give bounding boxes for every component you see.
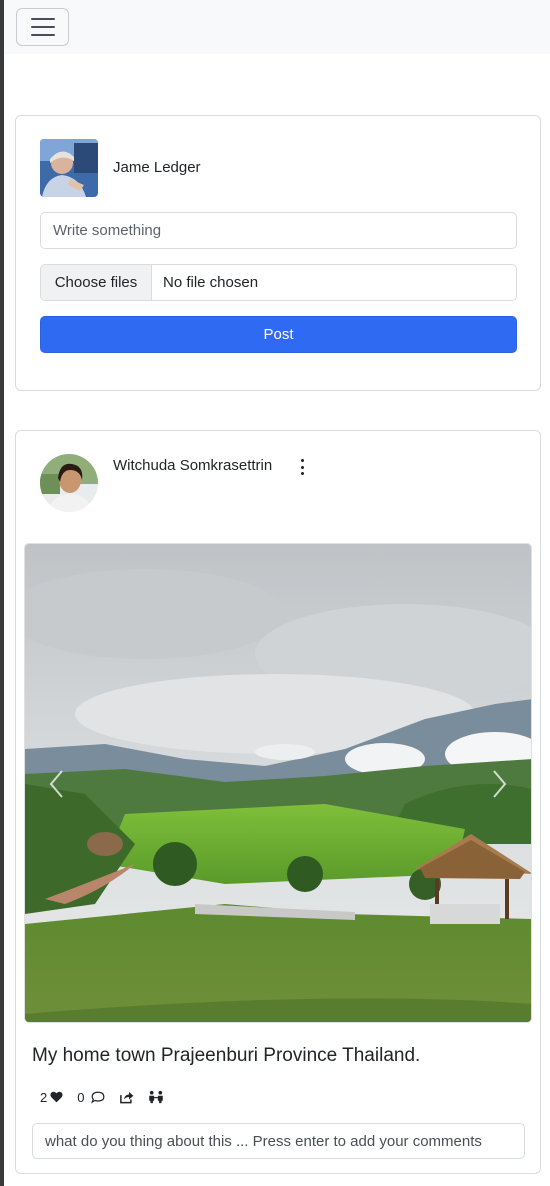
people-button[interactable] <box>148 1090 164 1104</box>
hamburger-menu-icon <box>30 18 55 20</box>
comments-count: 0 <box>77 1089 85 1105</box>
author-name[interactable]: Witchuda Somkrasettrin <box>113 457 272 474</box>
post-text-input[interactable] <box>40 212 517 249</box>
composer-avatar[interactable] <box>40 139 98 197</box>
choose-files-button[interactable]: Choose files <box>41 265 152 300</box>
post-caption: My home town Prajeenburi Province Thaila… <box>32 1045 421 1066</box>
comment-icon <box>91 1091 105 1104</box>
post-actions: 2 0 <box>40 1087 178 1107</box>
post-image-carousel[interactable] <box>24 543 532 1023</box>
heart-icon <box>50 1091 63 1103</box>
top-navbar <box>4 0 550 54</box>
file-upload-input[interactable]: Choose files No file chosen <box>40 264 517 301</box>
vertical-ellipsis-icon[interactable] <box>298 459 306 475</box>
author-avatar[interactable] <box>40 454 98 512</box>
post-button[interactable]: Post <box>40 316 517 353</box>
likes-count: 2 <box>40 1089 48 1105</box>
share-icon <box>120 1092 134 1104</box>
composer-user-name[interactable]: Jame Ledger <box>113 159 201 176</box>
share-button[interactable] <box>119 1090 134 1104</box>
chevron-left-icon[interactable] <box>41 766 71 802</box>
chevron-right-icon[interactable] <box>485 766 515 802</box>
post-image <box>25 544 531 1022</box>
post-card: Witchuda Somkrasettrin My home town Praj… <box>15 430 541 1174</box>
navbar-toggler-button[interactable] <box>16 8 69 46</box>
like-button[interactable]: 2 <box>40 1090 63 1105</box>
people-icon <box>149 1090 164 1104</box>
file-status-text: No file chosen <box>163 274 259 291</box>
window-edge <box>0 0 4 1186</box>
post-composer-card: Jame Ledger Choose files No file chosen … <box>15 115 541 391</box>
comment-button[interactable]: 0 <box>77 1090 105 1105</box>
comment-input[interactable] <box>32 1123 525 1159</box>
